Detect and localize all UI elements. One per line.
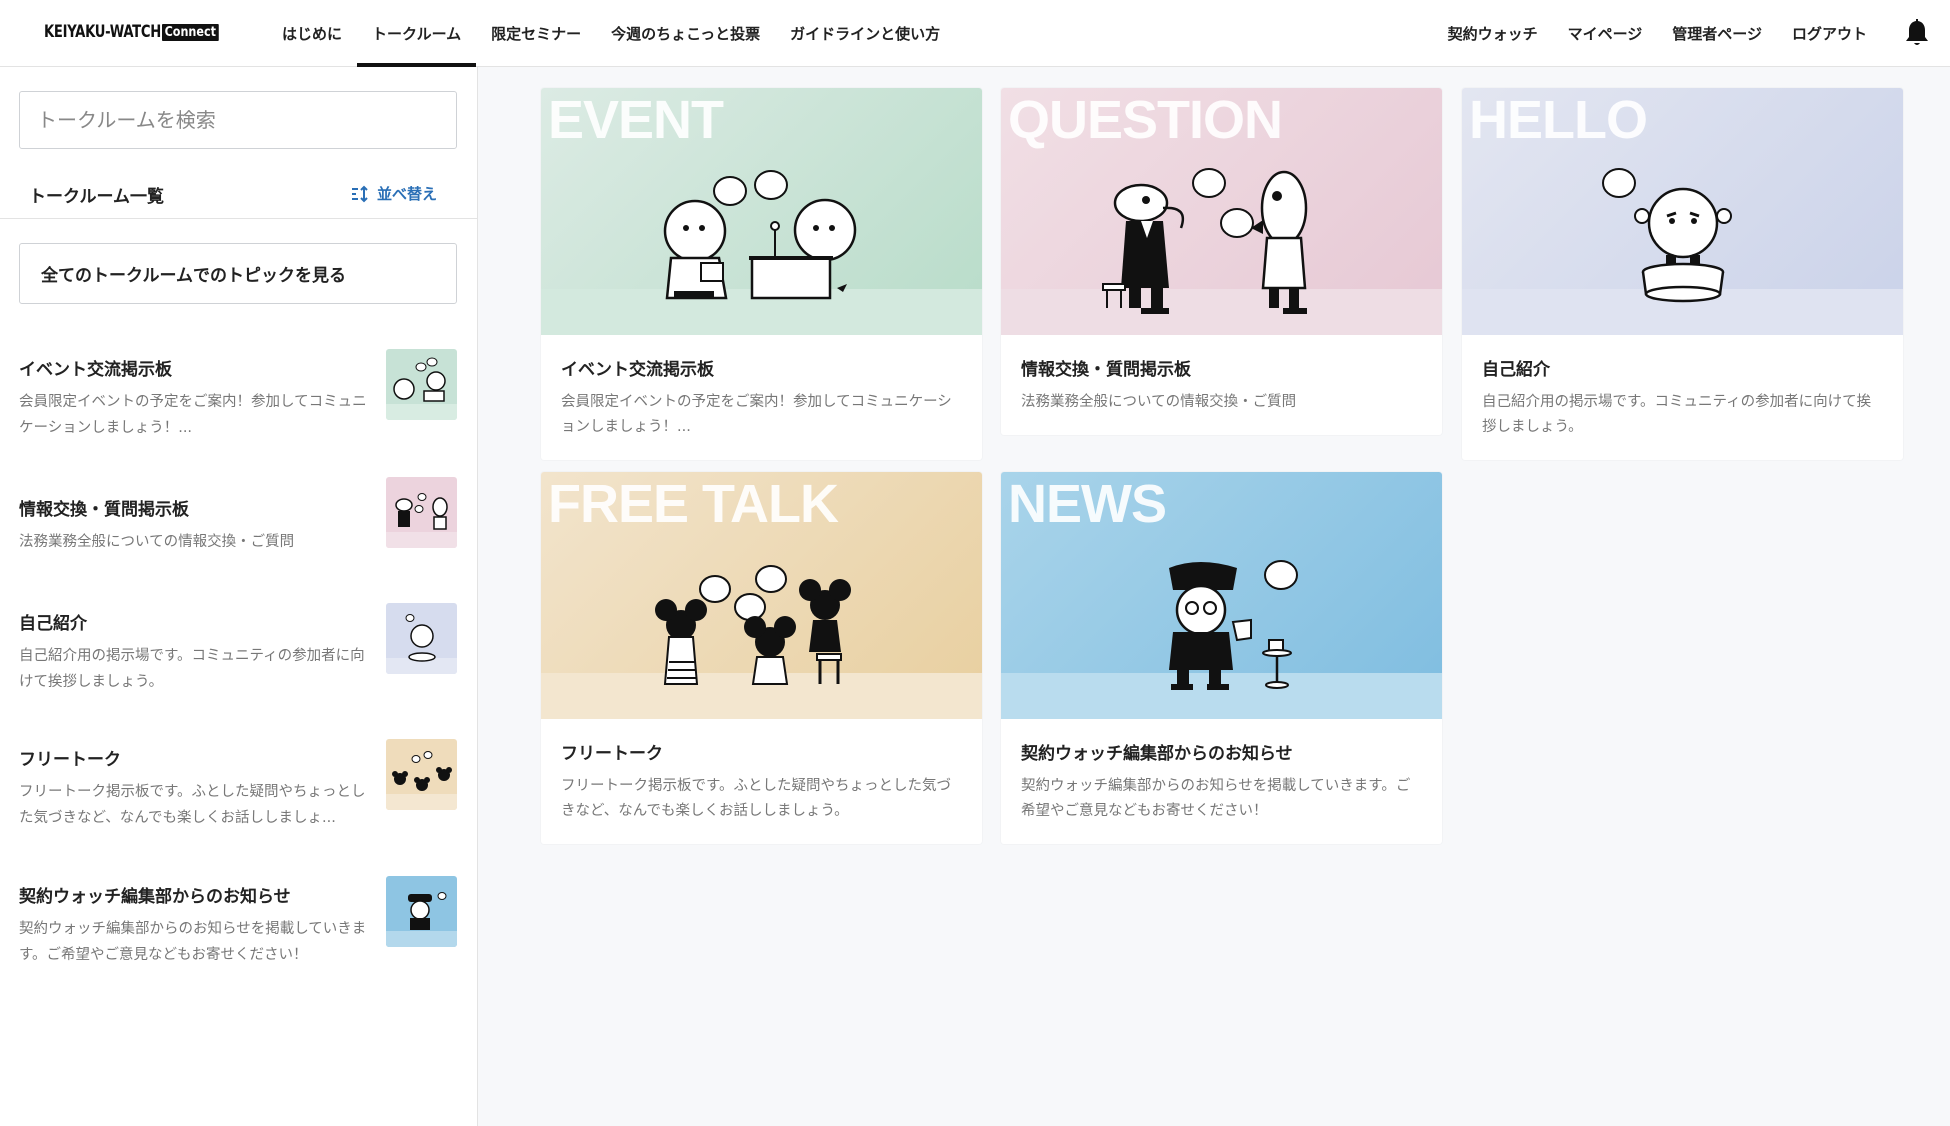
card-desc: フリートーク掲示板です。ふとした疑問やちょっとした気づきなど、なんでも楽しくお話…: [561, 778, 952, 819]
event-illustration: [663, 170, 857, 300]
sidebar-room-event[interactable]: イベント交流掲示板 会員限定イベントの予定をご案内！参加してコミュニケーションし…: [19, 349, 457, 441]
room-thumbnail: [386, 349, 457, 420]
card-title: 契約ウォッチ編集部からのお知らせ: [1021, 744, 1293, 764]
sort-label: 並べ替え: [376, 185, 437, 203]
sidebar: トークルーム一覧 並べ替え 全てのトークルームでのトピックを見る イベント交流掲…: [0, 67, 478, 1126]
card-news[interactable]: NEWS 契約ウォッチ編集部からのお知らせ 契約ウォッチ編集部からのお知らせを掲…: [1001, 472, 1442, 844]
card-question[interactable]: QUESTION 情報交換・質問掲示板 法務業務全般についての情報交換・ご質問: [1001, 88, 1442, 435]
card-image: NEWS: [1001, 472, 1442, 719]
room-desc: 法務業務全般についての情報交換・ご質問: [19, 534, 295, 550]
room-desc: 契約ウォッチ編集部からのお知らせを掲載していきます。ご希望やご意見などもお寄せく…: [19, 921, 367, 963]
sidebar-room-hello[interactable]: 自己紹介 自己紹介用の掲示場です。コミュニティの参加者に向けて挨拶しましょう。: [19, 603, 457, 695]
card-event[interactable]: EVENT イベント交流掲示板 会員限定イベントの予定をご案内！参加してコミュニ…: [541, 88, 982, 460]
sort-icon: [351, 185, 368, 202]
hello-illustration: [1602, 168, 1732, 303]
room-thumbnail: [386, 603, 457, 674]
list-title: トークルーム一覧: [29, 187, 164, 207]
sidebar-room-news[interactable]: 契約ウォッチ編集部からのお知らせ 契約ウォッチ編集部からのお知らせを掲載していき…: [19, 876, 457, 968]
logo-badge: Connect: [162, 23, 219, 41]
room-desc: フリートーク掲示板です。ふとした疑問やちょっとした気づきなど、なんでも楽しくお話…: [19, 784, 366, 826]
news-illustration: [1169, 560, 1298, 690]
main-nav: はじめに トークルーム 限定セミナー 今週のちょこっと投票 ガイドラインと使い方: [267, 0, 955, 67]
card-desc: 契約ウォッチ編集部からのお知らせを掲載していきます。ご希望やご意見などもお寄せく…: [1021, 778, 1411, 819]
all-topics-button[interactable]: 全てのトークルームでのトピックを見る: [19, 243, 457, 304]
list-header: トークルーム一覧 並べ替え: [0, 165, 477, 219]
nav-logout[interactable]: ログアウト: [1777, 0, 1882, 66]
nav-talkroom[interactable]: トークルーム: [357, 0, 477, 67]
card-desc: 自己紹介用の掲示場です。コミュニティの参加者に向けて挨拶しましょう。: [1482, 394, 1872, 435]
top-header: KEIYAKU-WATCH Connect はじめに トークルーム 限定セミナー…: [0, 0, 1950, 67]
room-thumbnail: [386, 876, 457, 947]
nav-weekly-poll[interactable]: 今週のちょこっと投票: [596, 0, 775, 66]
logo-text: KEIYAKU-WATCH: [44, 22, 161, 42]
card-title: イベント交流掲示板: [561, 360, 714, 380]
card-title: 自己紹介: [1482, 360, 1550, 380]
question-illustration: [1102, 168, 1308, 314]
sort-button[interactable]: 並べ替え: [351, 183, 437, 204]
card-desc: 会員限定イベントの予定をご案内！参加してコミュニケーションしましょう！...: [561, 394, 952, 435]
room-desc: 会員限定イベントの予定をご案内！参加してコミュニケーションしましょう！...: [19, 394, 367, 436]
nav-hajimeni[interactable]: はじめに: [267, 0, 357, 66]
room-desc: 自己紹介用の掲示場です。コミュニティの参加者に向けて挨拶しましょう。: [19, 648, 365, 690]
nav-keiyaku-watch[interactable]: 契約ウォッチ: [1433, 0, 1553, 66]
nav-guideline[interactable]: ガイドラインと使い方: [775, 0, 955, 66]
sidebar-room-freetalk[interactable]: フリートーク フリートーク掲示板です。ふとした疑問やちょっとした気づきなど、なん…: [19, 739, 457, 831]
talkroom-search-input[interactable]: [19, 91, 457, 149]
card-image: HELLO: [1462, 88, 1903, 335]
nav-seminar[interactable]: 限定セミナー: [476, 0, 596, 66]
account-nav: 契約ウォッチ マイページ 管理者ページ ログアウト: [1433, 0, 1950, 66]
room-thumbnail: [386, 739, 457, 810]
card-image: QUESTION: [1001, 88, 1442, 335]
sidebar-room-question[interactable]: 情報交換・質問掲示板 法務業務全般についての情報交換・ご質問: [19, 477, 457, 555]
room-thumbnail: [386, 477, 457, 548]
card-freetalk[interactable]: FREE TALK フリートーク フリートーク掲示板です。ふとした疑問やちょっと…: [541, 472, 982, 844]
freetalk-illustration: [655, 565, 851, 685]
nav-mypage[interactable]: マイページ: [1553, 0, 1658, 66]
card-image: FREE TALK: [541, 472, 982, 719]
card-image: EVENT: [541, 88, 982, 335]
bell-icon[interactable]: [1904, 19, 1930, 47]
card-desc: 法務業務全般についての情報交換・ご質問: [1021, 394, 1297, 410]
card-hello[interactable]: HELLO 自己紹介 自己紹介用の掲示場です。コミュニティの参加者に向けて挨拶し…: [1462, 88, 1903, 460]
nav-admin[interactable]: 管理者ページ: [1657, 0, 1777, 66]
card-title: 情報交換・質問掲示板: [1021, 360, 1191, 380]
site-logo[interactable]: KEIYAKU-WATCH Connect: [44, 21, 228, 43]
card-title: フリートーク: [561, 744, 663, 764]
